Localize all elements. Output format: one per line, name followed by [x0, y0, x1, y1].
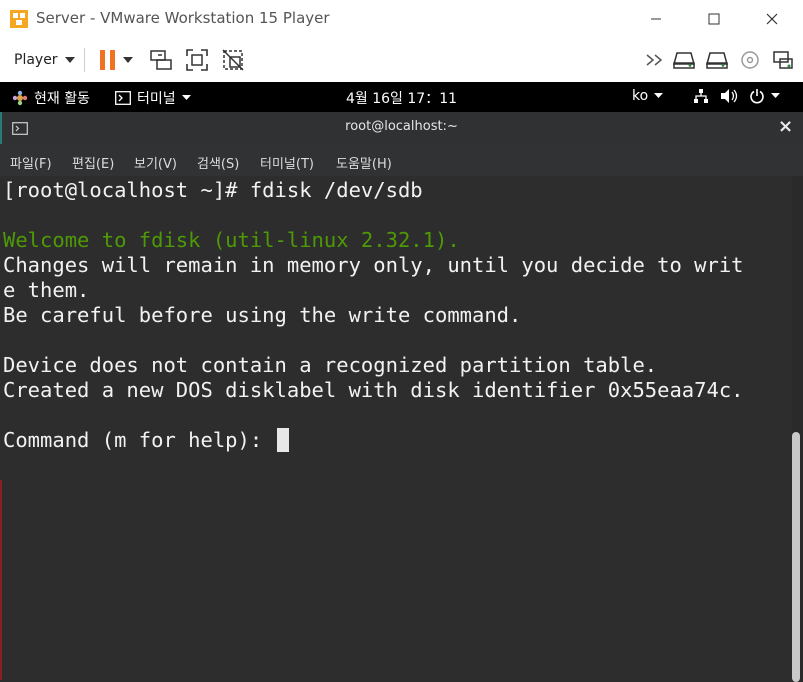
cd-dvd-button[interactable] — [737, 47, 763, 73]
terminal-headerbar[interactable]: root@localhost:~ × — [0, 112, 803, 145]
terminal-line: Be careful before using the write comman… — [3, 303, 522, 327]
clock-button[interactable]: 4월 16일 17：11 — [346, 88, 457, 108]
terminal-close-button[interactable]: × — [778, 116, 793, 137]
terminal-menubar: 파일(F) 편집(E) 보기(V) 검색(S) 터미널(T) 도움말(H) — [0, 144, 803, 176]
full-screen-button[interactable] — [184, 47, 210, 73]
terminal-line: e them. — [3, 278, 90, 302]
chevron-down-icon — [181, 95, 191, 100]
text-cursor — [276, 428, 289, 452]
chevron-down-icon — [771, 93, 780, 98]
terminal-line: Welcome to fdisk (util-linux 2.32.1). — [3, 228, 460, 252]
cd-dvd-icon — [741, 51, 759, 69]
terminal-line: Device does not contain a recognized par… — [3, 353, 658, 377]
window-edge-accent — [0, 112, 2, 144]
unity-button[interactable] — [220, 47, 246, 73]
power-icon — [750, 89, 764, 104]
activities-icon — [12, 90, 28, 106]
network-icon — [694, 89, 708, 103]
volume-icon — [721, 89, 738, 103]
input-method-label: ko — [632, 88, 649, 104]
minimize-icon — [651, 18, 661, 20]
player-menu-label: Player — [14, 52, 58, 68]
player-menu-button[interactable]: Player — [8, 47, 81, 73]
window-title: Server - VMware Workstation 15 Player — [36, 9, 330, 27]
menu-search[interactable]: 검색(S) — [197, 153, 239, 172]
window-edge-accent — [0, 480, 2, 680]
close-window-button[interactable] — [743, 0, 801, 38]
more-devices-button[interactable] — [642, 47, 668, 73]
forward-icon — [646, 54, 663, 66]
pause-icon — [100, 50, 115, 70]
system-status-menu[interactable] — [693, 88, 780, 104]
terminal-line: Changes will remain in memory only, unti… — [3, 253, 744, 277]
network-adapter-icon — [773, 51, 793, 69]
chevron-down-icon — [654, 93, 664, 98]
terminal-prompt-line: Command (m for help): — [3, 428, 289, 453]
menu-view[interactable]: 보기(V) — [134, 153, 177, 172]
activities-button[interactable]: 현재 활동 — [12, 88, 90, 108]
window-titlebar[interactable]: Server - VMware Workstation 15 Player — [0, 0, 803, 39]
menu-help[interactable]: 도움말(H) — [336, 153, 392, 172]
vmware-logo-icon — [10, 10, 28, 28]
vmware-toolbar: Player — [0, 38, 803, 83]
terminal-scrollbar-thumb[interactable] — [792, 432, 800, 682]
activities-label: 현재 활동 — [34, 91, 90, 107]
terminal-prompt-text: Command (m for help): — [3, 428, 275, 452]
terminal-title: root@localhost:~ — [345, 119, 458, 134]
menu-file[interactable]: 파일(F) — [10, 153, 52, 172]
input-method-button[interactable]: ko — [632, 88, 664, 104]
full-screen-icon — [186, 49, 208, 71]
app-menu-label: 터미널 — [137, 91, 176, 107]
terminal-line: Created a new DOS disklabel with disk id… — [3, 378, 744, 402]
terminal-output[interactable]: [root@localhost ~]# fdisk /dev/sdb Welco… — [0, 176, 792, 682]
send-ctrl-alt-del-icon — [150, 50, 172, 70]
gnome-top-bar: 현재 활동 터미널 4월 16일 17：11 ko — [0, 82, 803, 112]
chevron-down-icon — [64, 57, 75, 63]
toolbar-divider — [84, 48, 85, 72]
menu-terminal[interactable]: 터미널(T) — [260, 153, 314, 172]
pause-options-button[interactable] — [119, 47, 137, 73]
clock-label: 4월 16일 17：11 — [346, 91, 458, 107]
unity-icon — [222, 49, 244, 71]
minimize-button[interactable] — [627, 0, 685, 38]
hard-disk-icon — [673, 52, 695, 69]
close-icon — [766, 13, 778, 25]
hard-disk-2-icon — [706, 52, 728, 69]
maximize-button[interactable] — [685, 0, 743, 38]
send-ctrl-alt-del-button[interactable] — [148, 47, 174, 73]
terminal-app-icon — [115, 91, 131, 105]
terminal-line: [root@localhost ~]# fdisk /dev/sdb — [3, 178, 423, 202]
app-menu-button[interactable]: 터미널 — [115, 88, 191, 108]
network-adapter-button[interactable] — [770, 47, 796, 73]
maximize-icon — [708, 13, 720, 25]
menu-edit[interactable]: 편집(E) — [72, 153, 114, 172]
dropdown-arrow-icon — [123, 57, 133, 63]
pause-button[interactable] — [95, 47, 121, 73]
hard-disk-2-button[interactable] — [704, 47, 730, 73]
hard-disk-button[interactable] — [671, 47, 697, 73]
